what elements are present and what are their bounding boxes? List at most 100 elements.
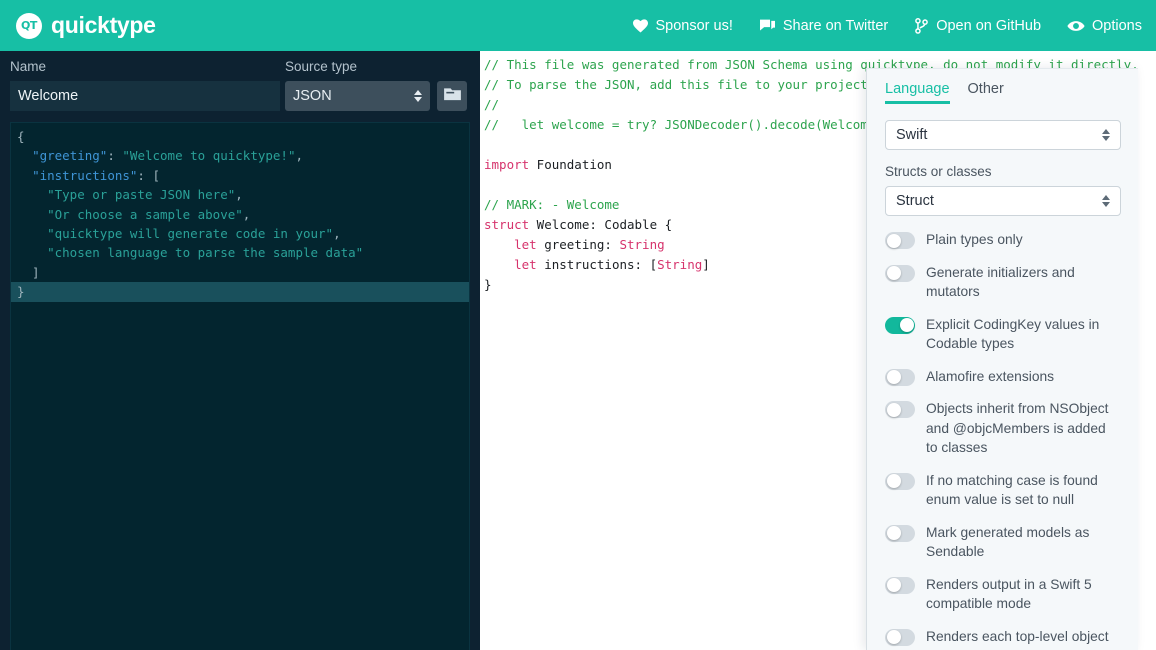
- language-select-value: Swift: [896, 127, 928, 143]
- option-toggle-label: Plain types only: [926, 232, 1023, 247]
- eye-icon: [1067, 19, 1085, 33]
- json-line: "Or choose a sample above",: [11, 205, 469, 224]
- code-token: String: [619, 237, 665, 252]
- tab-language[interactable]: Language: [885, 81, 950, 104]
- heart-icon: [632, 18, 649, 33]
- code-token: }: [484, 277, 492, 292]
- json-line: "greeting": "Welcome to quicktype!",: [11, 146, 469, 165]
- code-token: ,: [242, 206, 251, 222]
- folder-icon: [443, 87, 461, 106]
- code-token: Welcome: Codable {: [529, 217, 673, 232]
- code-token: // To parse the JSON, add this file to y…: [484, 77, 929, 92]
- toggle-switch[interactable]: [885, 576, 915, 594]
- source-type-value: JSON: [293, 88, 332, 104]
- toggle-knob: [886, 370, 901, 384]
- option-toggle-row[interactable]: Mark generated models as Sendable: [885, 523, 1120, 562]
- git-branch-icon: [914, 17, 929, 34]
- nav-sponsor-us[interactable]: Sponsor us!: [632, 18, 733, 34]
- nav-open-on-github[interactable]: Open on GitHub: [914, 18, 1041, 34]
- code-token: greeting:: [536, 237, 620, 252]
- code-token: ]: [17, 264, 40, 280]
- option-toggle-row[interactable]: Renders each top-level object in its own…: [885, 627, 1120, 650]
- option-toggle-row[interactable]: Objects inherit from NSObject and @objcM…: [885, 399, 1120, 458]
- code-token: String: [657, 257, 703, 272]
- code-token: ,: [333, 225, 341, 241]
- brand-logo[interactable]: QT quicktype: [16, 12, 156, 39]
- name-input[interactable]: [10, 81, 280, 111]
- sidebar-fields: Name Source type JSON: [0, 51, 480, 111]
- chevron-updown-icon: [1102, 195, 1110, 207]
- language-select[interactable]: Swift: [885, 120, 1121, 150]
- name-field-group: Name: [10, 59, 285, 111]
- options-tabs: Language Other: [885, 81, 1120, 104]
- code-token: "greeting": [32, 148, 108, 164]
- structs-select-value: Struct: [896, 193, 934, 209]
- json-source-editor[interactable]: { "greeting": "Welcome to quicktype!", "…: [10, 122, 470, 650]
- source-type-select[interactable]: JSON: [285, 81, 430, 111]
- json-line: "instructions": [: [11, 166, 469, 185]
- nav-label: Options: [1092, 17, 1142, 34]
- quicktype-app: QT quicktype Sponsor us! Share on Twitte…: [0, 0, 1156, 650]
- toggle-switch[interactable]: [885, 401, 915, 418]
- json-line: }: [11, 282, 469, 302]
- code-token: ,: [235, 187, 243, 203]
- toggle-knob: [899, 318, 914, 332]
- option-toggle-label: Objects inherit from NSObject and @objcM…: [926, 401, 1109, 455]
- chevron-updown-icon: [1102, 129, 1110, 141]
- json-line: "chosen language to parse the sample dat…: [11, 243, 469, 262]
- code-token: "Welcome to quicktype!": [122, 148, 296, 164]
- toggle-knob: [886, 474, 901, 488]
- structs-or-classes-select[interactable]: Struct: [885, 186, 1121, 216]
- toggle-knob: [886, 233, 901, 248]
- structs-or-classes-label: Structs or classes: [885, 164, 992, 179]
- brand-title: quicktype: [51, 12, 156, 38]
- code-token: ]: [702, 257, 710, 272]
- json-line: "Type or paste JSON here",: [11, 185, 469, 204]
- code-token: : [: [137, 167, 160, 183]
- options-panel: Language Other Swift Structs or classes …: [866, 68, 1138, 650]
- toggle-switch[interactable]: [885, 368, 915, 386]
- code-token: :: [107, 148, 123, 164]
- code-token: instructions: [: [536, 257, 658, 272]
- code-token: {: [17, 129, 25, 144]
- option-toggle-row[interactable]: Explicit CodingKey values in Codable typ…: [885, 315, 1120, 354]
- toggle-switch[interactable]: [885, 316, 915, 334]
- json-line: ]: [11, 263, 469, 282]
- toggle-switch[interactable]: [885, 232, 915, 249]
- toggle-knob: [886, 578, 901, 592]
- open-file-button[interactable]: [437, 81, 467, 111]
- tab-other[interactable]: Other: [968, 81, 1004, 104]
- toggle-switch[interactable]: [885, 264, 915, 282]
- option-toggle-label: Explicit CodingKey values in Codable typ…: [926, 316, 1100, 352]
- option-toggle-label: Generate initializers and mutators: [926, 264, 1075, 300]
- json-line: "quicktype will generate code in your",: [11, 224, 469, 243]
- toggle-switch[interactable]: [885, 472, 915, 490]
- option-toggle-label: Alamofire extensions: [926, 368, 1055, 384]
- option-toggle-label: Renders output in a Swift 5 compatible m…: [926, 576, 1092, 612]
- option-toggle-label: Renders each top-level object in its own…: [926, 628, 1109, 650]
- nav-label: Sponsor us!: [655, 17, 733, 34]
- option-toggle-row[interactable]: Generate initializers and mutators: [885, 263, 1120, 302]
- nav-label: Open on GitHub: [936, 17, 1042, 34]
- code-token: //: [484, 97, 500, 112]
- option-toggle-row[interactable]: If no matching case is found enum value …: [885, 471, 1120, 510]
- code-token: "Type or paste JSON here": [47, 187, 236, 203]
- option-toggle-row[interactable]: Alamofire extensions: [885, 367, 1120, 387]
- nav-label: Share on Twitter: [782, 17, 889, 34]
- option-toggle-row[interactable]: Plain types only: [885, 230, 1120, 250]
- app-header: QT quicktype Sponsor us! Share on Twitte…: [0, 0, 1156, 51]
- option-toggle-row[interactable]: Renders output in a Swift 5 compatible m…: [885, 575, 1120, 614]
- toggle-switch[interactable]: [885, 628, 915, 646]
- code-token: let: [514, 237, 537, 252]
- toggle-switch[interactable]: [885, 524, 915, 542]
- nav-options[interactable]: Options: [1067, 18, 1142, 34]
- toggle-knob: [886, 526, 901, 540]
- source-type-row: JSON: [285, 81, 470, 111]
- code-token: "Or choose a sample above": [47, 206, 243, 222]
- nav-share-on-twitter[interactable]: Share on Twitter: [759, 18, 888, 34]
